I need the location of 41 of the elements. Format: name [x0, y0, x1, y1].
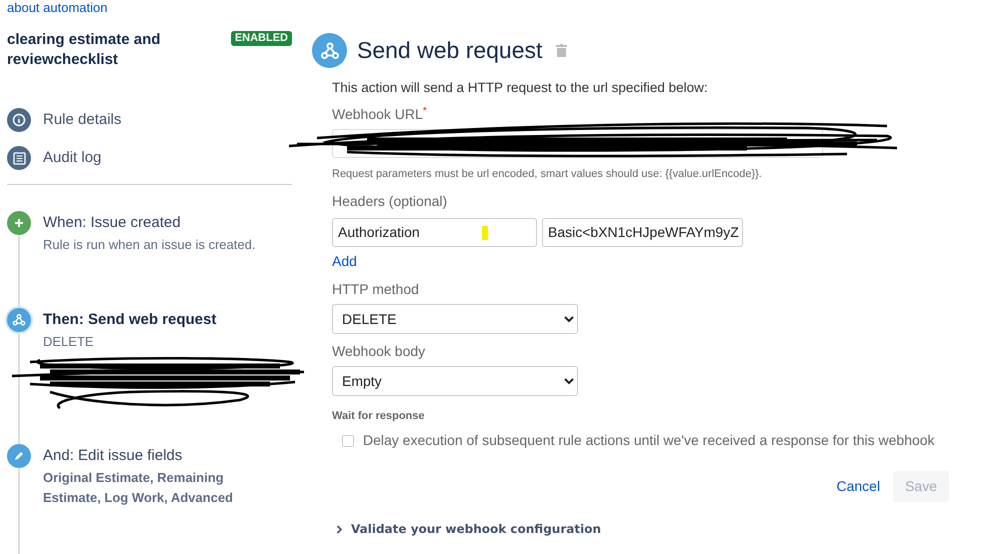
field-label: Webhook URL$^{*}$ [332, 104, 428, 124]
trash-icon[interactable] [556, 44, 568, 57]
list-icon [7, 146, 31, 170]
header-value-field[interactable]: Basic<bXN1cHJpeWFAYm9yZ [542, 218, 743, 247]
method-select[interactable]: DELETE [332, 304, 578, 334]
rule-step[interactable]: And: Edit issue fields Original Estimate, Remaining Estimate, Log Work, Advanced [7, 444, 292, 554]
nav-item[interactable]: Audit log [7, 146, 292, 170]
step-title: Then: Send web request [43, 310, 216, 330]
rule-name: clearing estimate and reviewchecklist [7, 30, 162, 70]
pencil-icon [7, 444, 31, 468]
rule-step[interactable]: Then: Send web request DELETE [7, 308, 292, 444]
step-title: And: Edit issue fields [43, 446, 184, 466]
nav-item[interactable]: Rule details [7, 108, 292, 132]
panel-title: Send web request [357, 36, 542, 66]
webhook-icon [312, 33, 347, 68]
chevron-icon [336, 524, 343, 534]
cancel-link[interactable]: Cancel [836, 476, 880, 498]
description: This action will send a HTTP request to the url specified below: [332, 79, 709, 97]
step-detail: Original Estimate, Remaining Estimate, Log Work, Advanced [43, 469, 234, 507]
step-detail: DELETE [43, 333, 95, 351]
hint-text: Request parameters must be url encoded, smart values should use: {{value.urlEncode}}. [332, 167, 763, 182]
section-label: Wait for response [332, 408, 426, 424]
url-field[interactable] [332, 129, 823, 158]
validate-toggle[interactable]: Validate your webhook configuration [336, 520, 601, 538]
body-select[interactable]: Empty [332, 366, 578, 396]
step-detail: Rule is run when an issue is created. [43, 236, 256, 254]
status-badge: ENABLED [230, 31, 292, 46]
header-name-field[interactable]: Authorization [332, 218, 537, 247]
webhook-icon [7, 308, 31, 332]
field-label: Webhook body [332, 342, 426, 361]
about-automation-link[interactable]: about automation [7, 0, 292, 15]
plus-icon [7, 211, 31, 235]
step-title: When: Issue created [43, 213, 182, 233]
highlight-mark [482, 226, 488, 240]
field-label: HTTP method [332, 280, 420, 299]
info-icon [7, 108, 31, 132]
field-label: Headers (optional) [332, 192, 448, 211]
checkbox-label: Delay execution of subsequent rule actions until we've received a response for this webhook [363, 431, 935, 450]
add-link[interactable]: Add [332, 250, 357, 272]
checkbox[interactable] [342, 434, 354, 447]
rule-step[interactable]: When: Issue created Rule is run when an issue is created. [7, 211, 292, 308]
